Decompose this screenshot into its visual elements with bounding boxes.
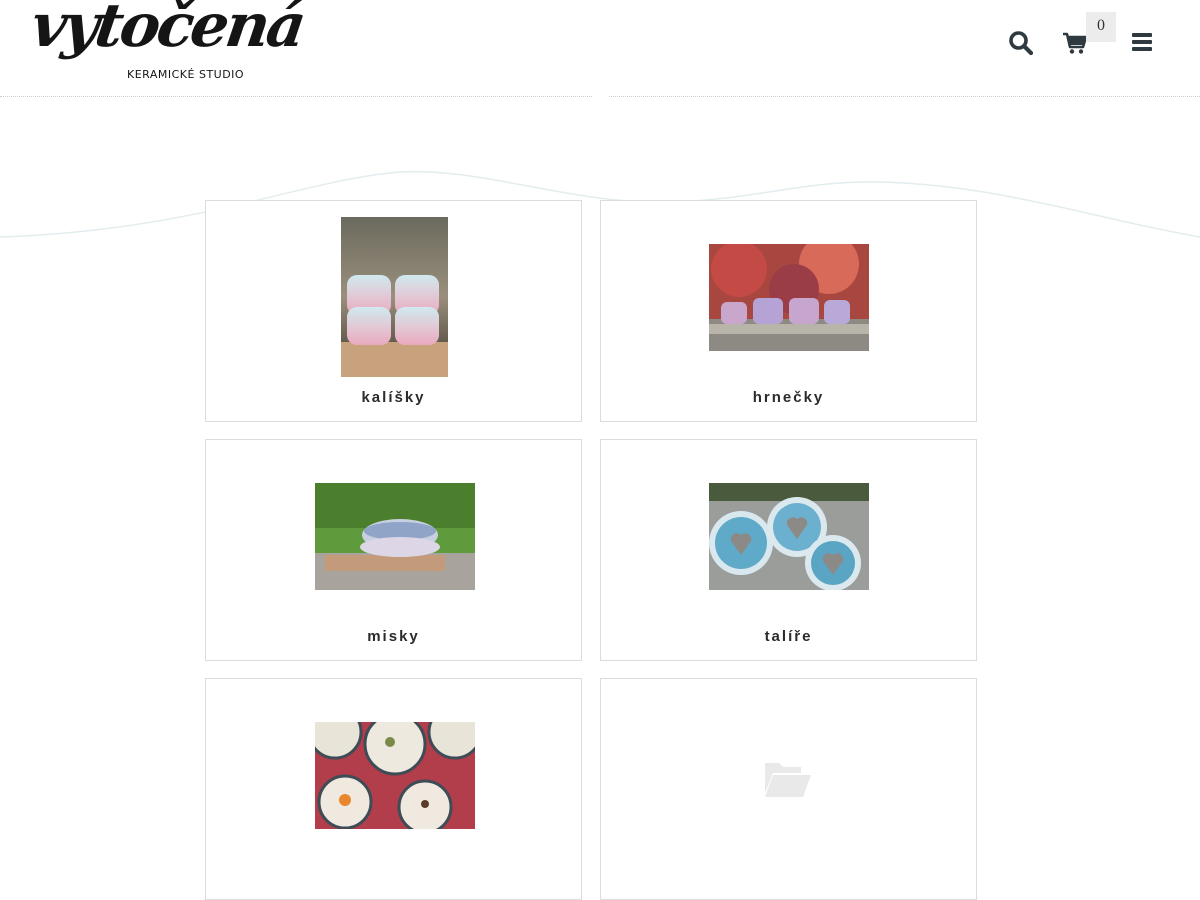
- header-notch: [592, 92, 608, 100]
- category-image-5: [315, 722, 475, 829]
- category-label: misky: [367, 628, 420, 645]
- category-label: kalíšky: [361, 389, 426, 406]
- menu-button[interactable]: [1130, 32, 1154, 52]
- category-label: talíře: [764, 628, 813, 645]
- category-image-hrnecky: [709, 244, 869, 351]
- logo-wordmark: vytočená: [27, 0, 308, 61]
- category-image-kalisky: [341, 217, 448, 377]
- site-header: vytočená KERAMICKÉ STUDIO 0: [0, 0, 1200, 100]
- search-icon: [1009, 31, 1034, 56]
- category-card-talire[interactable]: talíře: [600, 439, 977, 661]
- search-button[interactable]: [1008, 30, 1034, 56]
- site-logo[interactable]: vytočená KERAMICKÉ STUDIO: [27, 0, 308, 88]
- cart-button[interactable]: [1062, 30, 1088, 56]
- folder-open-icon: [761, 759, 815, 799]
- cart-icon: [1063, 32, 1088, 54]
- category-card-6[interactable]: [600, 678, 977, 900]
- category-image-misky: [315, 483, 475, 590]
- category-card-hrnecky[interactable]: hrnečky: [600, 200, 977, 422]
- category-card-5[interactable]: [205, 678, 582, 900]
- logo-subtitle: KERAMICKÉ STUDIO: [127, 68, 245, 81]
- category-image-talire: [709, 483, 869, 590]
- menu-icon: [1132, 33, 1152, 51]
- category-card-misky[interactable]: misky: [205, 439, 582, 661]
- cart-count-badge[interactable]: 0: [1086, 12, 1116, 42]
- category-label: hrnečky: [752, 389, 825, 406]
- category-card-kalisky[interactable]: kalíšky: [205, 200, 582, 422]
